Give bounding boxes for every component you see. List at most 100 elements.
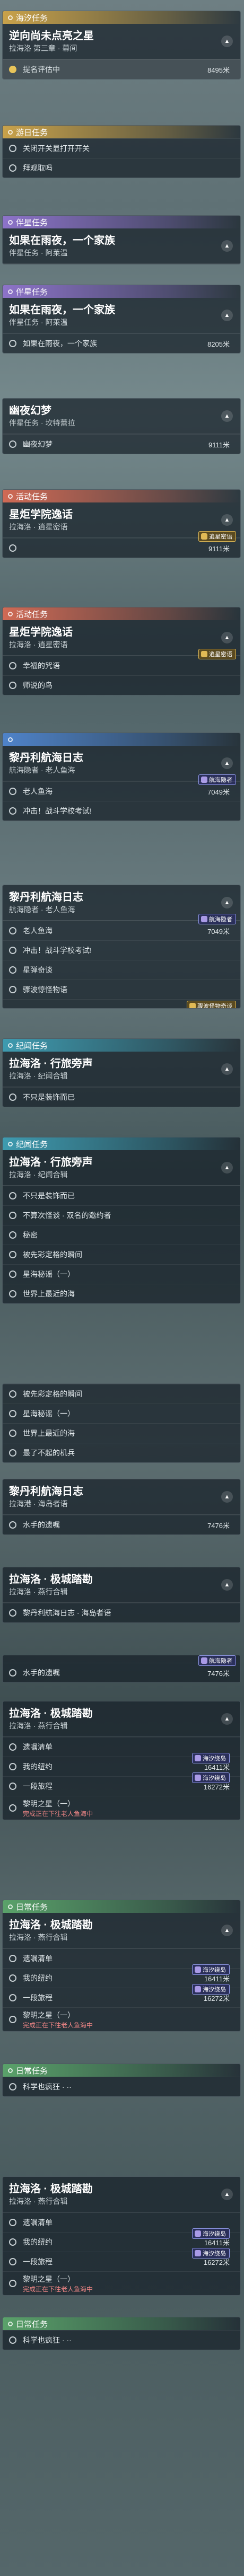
quest-objective-row[interactable]: 秘密: [3, 1225, 240, 1245]
objective-label: 最了不起的机兵: [23, 1449, 75, 1457]
objective-label: 科学也疯狂 · ··: [23, 2336, 72, 2344]
quest-group: 伴星任务 如果在雨夜，一个家族 伴星任务 · 阿莱温 ▲ 如果在雨夜，一个家族 8205米: [2, 285, 241, 354]
quest-objective-row[interactable]: 不只是装饰而已: [3, 1087, 240, 1107]
category-icon: [8, 1043, 13, 1048]
quest-objective-row[interactable]: 星弹奇谈: [3, 960, 240, 980]
chevron-up-icon[interactable]: ▲: [221, 240, 233, 252]
quest-category-header: 活动任务: [3, 490, 240, 502]
objective-label: 我的纽约: [23, 2238, 53, 2246]
chevron-up-icon[interactable]: ▲: [221, 36, 233, 47]
quest-objective-row[interactable]: 一段旅程 16272米 海汐绕岛: [3, 1984, 240, 2007]
chevron-up-icon[interactable]: ▲: [221, 1063, 233, 1075]
quest-objective-row[interactable]: 一段旅程 16272米 海汐绕岛: [3, 1772, 240, 1796]
quest-title: 逆向尚未点亮之星: [9, 30, 94, 42]
radio-circle-icon: [9, 1290, 16, 1298]
objective-badge: 海汐绕岛: [192, 2248, 230, 2259]
chevron-up-icon[interactable]: ▲: [221, 514, 233, 526]
quest-title-block[interactable]: 如果在雨夜，一个家族 伴星任务 · 阿莱温 ▲: [3, 228, 240, 264]
chevron-up-icon[interactable]: ▲: [221, 1491, 233, 1503]
quest-objective-row[interactable]: 关闭开关显打开开关: [3, 138, 240, 158]
quest-title-block[interactable]: 拉海洛 · 极城踏勘 拉海洛 · 燕行合辑 ▲: [3, 1913, 240, 1948]
quest-objective-row[interactable]: 被先彩定格的瞬间: [3, 1384, 240, 1404]
quest-group: 日常任务 拉海洛 · 极城踏勘 拉海洛 · 燕行合辑 ▲ 遗嘱清单 我的纽约 16411米海…: [2, 1900, 241, 2032]
quest-title-block[interactable]: 拉海洛 · 极城踏勘 拉海洛 · 燕行合辑 ▲: [3, 1701, 240, 1737]
quest-objective-row[interactable]: 科学也疯狂 · ··: [3, 2330, 240, 2350]
radio-circle-icon: [9, 682, 16, 689]
quest-objective-row[interactable]: 世界上最近的海: [3, 1284, 240, 1303]
quest-title-block[interactable]: 如果在雨夜，一个家族 伴星任务 · 阿莱温 ▲: [3, 298, 240, 333]
quest-objective-row[interactable]: 不只是装饰而已: [3, 1186, 240, 1205]
chevron-up-icon[interactable]: ▲: [221, 897, 233, 908]
quest-objective-row[interactable]: 水手的遗嘱 7476米: [3, 1515, 240, 1534]
quest-title: 如果在雨夜，一个家族: [9, 235, 115, 246]
quest-objective-row[interactable]: 提名评估中 8495米: [3, 59, 240, 79]
quest-title-block[interactable]: 拉海洛 · 行旅旁声 拉海洛 · 纪闻合辑 ▲: [3, 1052, 240, 1087]
radio-circle-icon: [9, 986, 16, 993]
radio-circle-icon: [9, 1609, 16, 1617]
quest-title-block[interactable]: 星炬学院逸话 拉海洛 · 逍星密语 ▲ 逍星密语: [3, 502, 240, 542]
objective-label: 黎明之星（一）: [23, 2274, 75, 2283]
chevron-up-icon[interactable]: ▲: [221, 632, 233, 643]
quest-title-block[interactable]: 拉海洛 · 极城踏勘 拉海洛 · 燕行合辑 ▲: [3, 2177, 240, 2212]
quest-objective-row[interactable]: 黎明之星（一） 完成正在下往老人鱼海中: [3, 2271, 240, 2295]
quest-tracker-list: 海汐任务 逆向尚未点亮之星 拉海洛 第三章 · 幕间 ▲ 提名评估中 8495米 游日任务关…: [0, 0, 244, 2354]
quest-title: 拉海洛 · 极城踏勘: [9, 1574, 93, 1585]
quest-title: 拉海洛 · 行旅旁声: [9, 1157, 93, 1168]
badge-icon: [195, 2250, 201, 2256]
quest-objective-row[interactable]: 9111米: [3, 538, 240, 558]
quest-category-header: 日常任务: [3, 2317, 240, 2330]
quest-category-header: 纪闻任务: [3, 1039, 240, 1052]
quest-objective-row[interactable]: 师说的鸟: [3, 675, 240, 695]
quest-objective-row[interactable]: 冲击！战斗学校考试!: [3, 801, 240, 821]
objective-warning: 完成正在下往老人鱼海中: [23, 2285, 93, 2293]
objective-label: 被先彩定格的瞬间: [23, 1390, 82, 1398]
quest-objective-row[interactable]: 拜观取吗: [3, 158, 240, 178]
quest-title-block[interactable]: 星炬学院逸话 拉海洛 · 逍星密语 ▲ 逍星密语: [3, 620, 240, 659]
quest-objective-row[interactable]: 老人鱼海 7049米: [3, 921, 240, 940]
quest-objective-row[interactable]: 黎明之星（一） 完成正在下往老人鱼海中: [3, 2007, 240, 2031]
quest-objective-row[interactable]: 幸福的咒语: [3, 656, 240, 675]
chevron-up-icon[interactable]: ▲: [221, 410, 233, 422]
chevron-up-icon[interactable]: ▲: [221, 1579, 233, 1591]
quest-title-block[interactable]: 拉海洛 · 行旅旁声 拉海洛 · 纪闻合辑 ▲: [3, 1150, 240, 1186]
chevron-up-icon[interactable]: ▲: [221, 1162, 233, 1174]
category-label: 活动任务: [16, 610, 48, 619]
quest-objective-row[interactable]: 一段旅程 16272米 海汐绕岛: [3, 2248, 240, 2271]
quest-objective-row[interactable]: 骤波惊怪物语: [3, 980, 240, 999]
quest-title-block[interactable]: 黎丹利航海日志 航海隐者 · 老人鱼海 ▲ 航海隐者: [3, 746, 240, 785]
chevron-up-icon[interactable]: ▲: [221, 1713, 233, 1725]
quest-title-block[interactable]: 拉海洛 · 极城踏勘 拉海洛 · 燕行合辑 ▲: [3, 1567, 240, 1603]
quest-title: 拉海洛 · 极城踏勘: [9, 2183, 93, 2195]
chevron-up-icon[interactable]: ▲: [221, 2189, 233, 2200]
quest-group: 航海隐者 水手的遗嘱 7476米: [2, 1655, 241, 1683]
objective-label: 我的纽约: [23, 1762, 53, 1771]
quest-objective-row[interactable]: 星海秘谣（一）: [3, 1404, 240, 1423]
quest-title-block[interactable]: 黎丹利航海日志 拉海港 · 海岛者语 ▲: [3, 1479, 240, 1515]
objective-warning: 完成正在下往老人鱼海中: [23, 2021, 93, 2029]
quest-objective-row[interactable]: 幽夜幻梦 9111米: [3, 434, 240, 454]
quest-objective-row[interactable]: 水手的遗嘱 7476米: [3, 1663, 240, 1682]
quest-title-block[interactable]: 幽夜幻梦 伴星任务 · 坎特蕾拉 ▲: [3, 399, 240, 434]
chevron-up-icon[interactable]: ▲: [221, 1925, 233, 1936]
quest-objective-row[interactable]: 世界上最近的海: [3, 1423, 240, 1443]
objective-label: 老人鱼海: [23, 787, 53, 796]
quest-group: 黎丹利航海日志 航海隐者 · 老人鱼海 ▲ 航海隐者 老人鱼海 7049米 冲击！战斗学校考…: [2, 885, 241, 1009]
quest-objective-row[interactable]: 黎丹利航海日志 · 海岛者语: [3, 1603, 240, 1622]
quest-objective-row[interactable]: 冲击！战斗学校考试!: [3, 940, 240, 960]
quest-category-header: 海汐任务: [3, 11, 240, 24]
quest-objective-row[interactable]: 被先彩定格的瞬间: [3, 1245, 240, 1264]
quest-objective-row[interactable]: 如果在雨夜，一个家族 8205米: [3, 333, 240, 353]
quest-title-block[interactable]: 黎丹利航海日志 航海隐者 · 老人鱼海 ▲ 航海隐者: [3, 885, 240, 924]
quest-title-block[interactable]: 逆向尚未点亮之星 拉海洛 第三章 · 幕间 ▲: [3, 24, 240, 59]
quest-subtitle: 拉海洛 · 逍星密语: [9, 523, 68, 531]
chevron-up-icon[interactable]: ▲: [221, 310, 233, 321]
quest-objective-row[interactable]: 黎明之星（一） 完成正在下往老人鱼海中: [3, 1796, 240, 1820]
quest-objective-row[interactable]: 老人鱼海 7049米: [3, 781, 240, 801]
quest-objective-row[interactable]: 不算次怪谈 · 双名的邀约者: [3, 1205, 240, 1225]
objective-distance: 7476米: [207, 1669, 230, 1678]
quest-objective-row[interactable]: 星海秘谣（一）: [3, 1264, 240, 1284]
quest-objective-row[interactable]: 最了不起的机兵: [3, 1443, 240, 1462]
quest-objective-row[interactable]: 科学也疯狂 · ··: [3, 2077, 240, 2096]
radio-circle-icon: [9, 2238, 16, 2246]
chevron-up-icon[interactable]: ▲: [221, 757, 233, 769]
